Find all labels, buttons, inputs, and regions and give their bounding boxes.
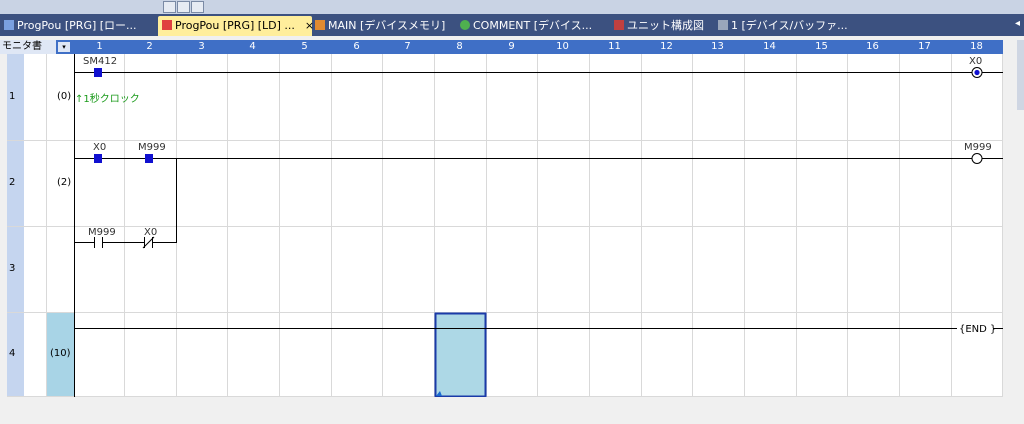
window-icon[interactable] <box>191 1 204 13</box>
column-number: 12 <box>660 41 673 52</box>
tab-main-device-memory[interactable]: MAIN [デバイスメモリ] <box>315 16 445 36</box>
device-label: M999 <box>138 142 166 153</box>
column-number: 14 <box>763 41 776 52</box>
column-number: 3 <box>198 41 205 52</box>
column-number: 18 <box>970 41 983 52</box>
device-comment: ↑1秒クロック <box>75 92 140 105</box>
row-label: 4 <box>9 348 16 359</box>
column-number: 2 <box>146 41 153 52</box>
ladder-editor[interactable]: SM412 X0 ↑1秒クロック X0 M999 M999 M999 X0 {E… <box>7 54 1003 397</box>
column-number: 8 <box>456 41 463 52</box>
column-number: 4 <box>249 41 256 52</box>
tab-unit-config[interactable]: ユニット構成図 <box>614 16 704 36</box>
tab-label: ProgPou [PRG] [ロー... <box>17 19 137 32</box>
contact-m999[interactable] <box>145 154 153 163</box>
column-number: 13 <box>711 41 724 52</box>
column-header: モニタ書 ▾ 1 2 3 4 5 6 7 8 9 10 11 12 13 14 15 16 17 18 <box>0 40 1003 54</box>
row-label: 2 <box>9 177 16 188</box>
device-label: X0 <box>93 142 106 153</box>
row-label: 1 <box>9 91 16 102</box>
tab-progpou-list[interactable]: ProgPou [PRG] [ロー... <box>4 16 137 36</box>
window-icon[interactable] <box>163 1 176 13</box>
tab-label: ProgPou [PRG] [LD] ... <box>175 19 295 32</box>
end-instruction[interactable]: {END } <box>959 324 996 335</box>
monitor-write-label: モニタ書 <box>0 40 56 54</box>
close-icon[interactable]: × <box>305 19 314 32</box>
ladder-program-icon <box>162 20 172 30</box>
column-number: 9 <box>508 41 515 52</box>
vertical-scrollbar[interactable] <box>1017 40 1024 110</box>
step-number: (10) <box>50 348 71 359</box>
column-number: 7 <box>404 41 411 52</box>
tab-bar: ProgPou [PRG] [ロー... ProgPou [PRG] [LD] … <box>0 14 1024 36</box>
tab-device-buffer[interactable]: 1 [デバイス/バッファ... <box>718 16 848 36</box>
toolbar-icons <box>163 0 217 14</box>
step-number: (0) <box>57 91 72 102</box>
tab-scroll-left-icon[interactable]: ◂ <box>1015 18 1020 29</box>
ladder-diagram[interactable]: SM412 X0 ↑1秒クロック X0 M999 M999 M999 X0 {E… <box>7 54 1003 397</box>
tab-comment[interactable]: COMMENT [デバイス... <box>460 16 592 36</box>
contact-x0[interactable] <box>94 154 102 163</box>
device-label: X0 <box>144 227 157 238</box>
toolbar-strip <box>0 0 1024 14</box>
device-label: X0 <box>969 56 982 67</box>
ladder-grid <box>7 54 1003 397</box>
column-number: 11 <box>608 41 621 52</box>
column-number: 5 <box>301 41 308 52</box>
window-icon[interactable] <box>177 1 190 13</box>
cursor-cell[interactable] <box>434 312 487 397</box>
comment-icon <box>460 20 470 30</box>
contact-sm412[interactable] <box>94 68 102 77</box>
device-label: SM412 <box>83 56 117 67</box>
chevron-down-icon[interactable]: ▾ <box>58 42 70 52</box>
device-label: M999 <box>964 142 992 153</box>
tab-label: COMMENT [デバイス... <box>473 19 593 32</box>
row-label: 3 <box>9 263 16 274</box>
tab-label: MAIN [デバイスメモリ] <box>328 19 446 32</box>
column-number: 10 <box>556 41 569 52</box>
tab-label: ユニット構成図 <box>627 19 704 32</box>
column-number: 16 <box>866 41 879 52</box>
device-buffer-icon <box>718 20 728 30</box>
tab-label: 1 [デバイス/バッファ... <box>731 19 848 32</box>
device-label: M999 <box>88 227 116 238</box>
device-memory-icon <box>315 20 325 30</box>
program-icon <box>4 20 14 30</box>
step-number: (2) <box>57 177 72 188</box>
column-number: 6 <box>353 41 360 52</box>
column-number: 15 <box>815 41 828 52</box>
unit-config-icon <box>614 20 624 30</box>
column-number: 1 <box>96 41 103 52</box>
coil-on-indicator <box>974 69 980 76</box>
column-number: 17 <box>918 41 931 52</box>
tab-progpou-ld[interactable]: ProgPou [PRG] [LD] ... × <box>158 16 314 36</box>
coil-m999[interactable] <box>971 153 983 164</box>
